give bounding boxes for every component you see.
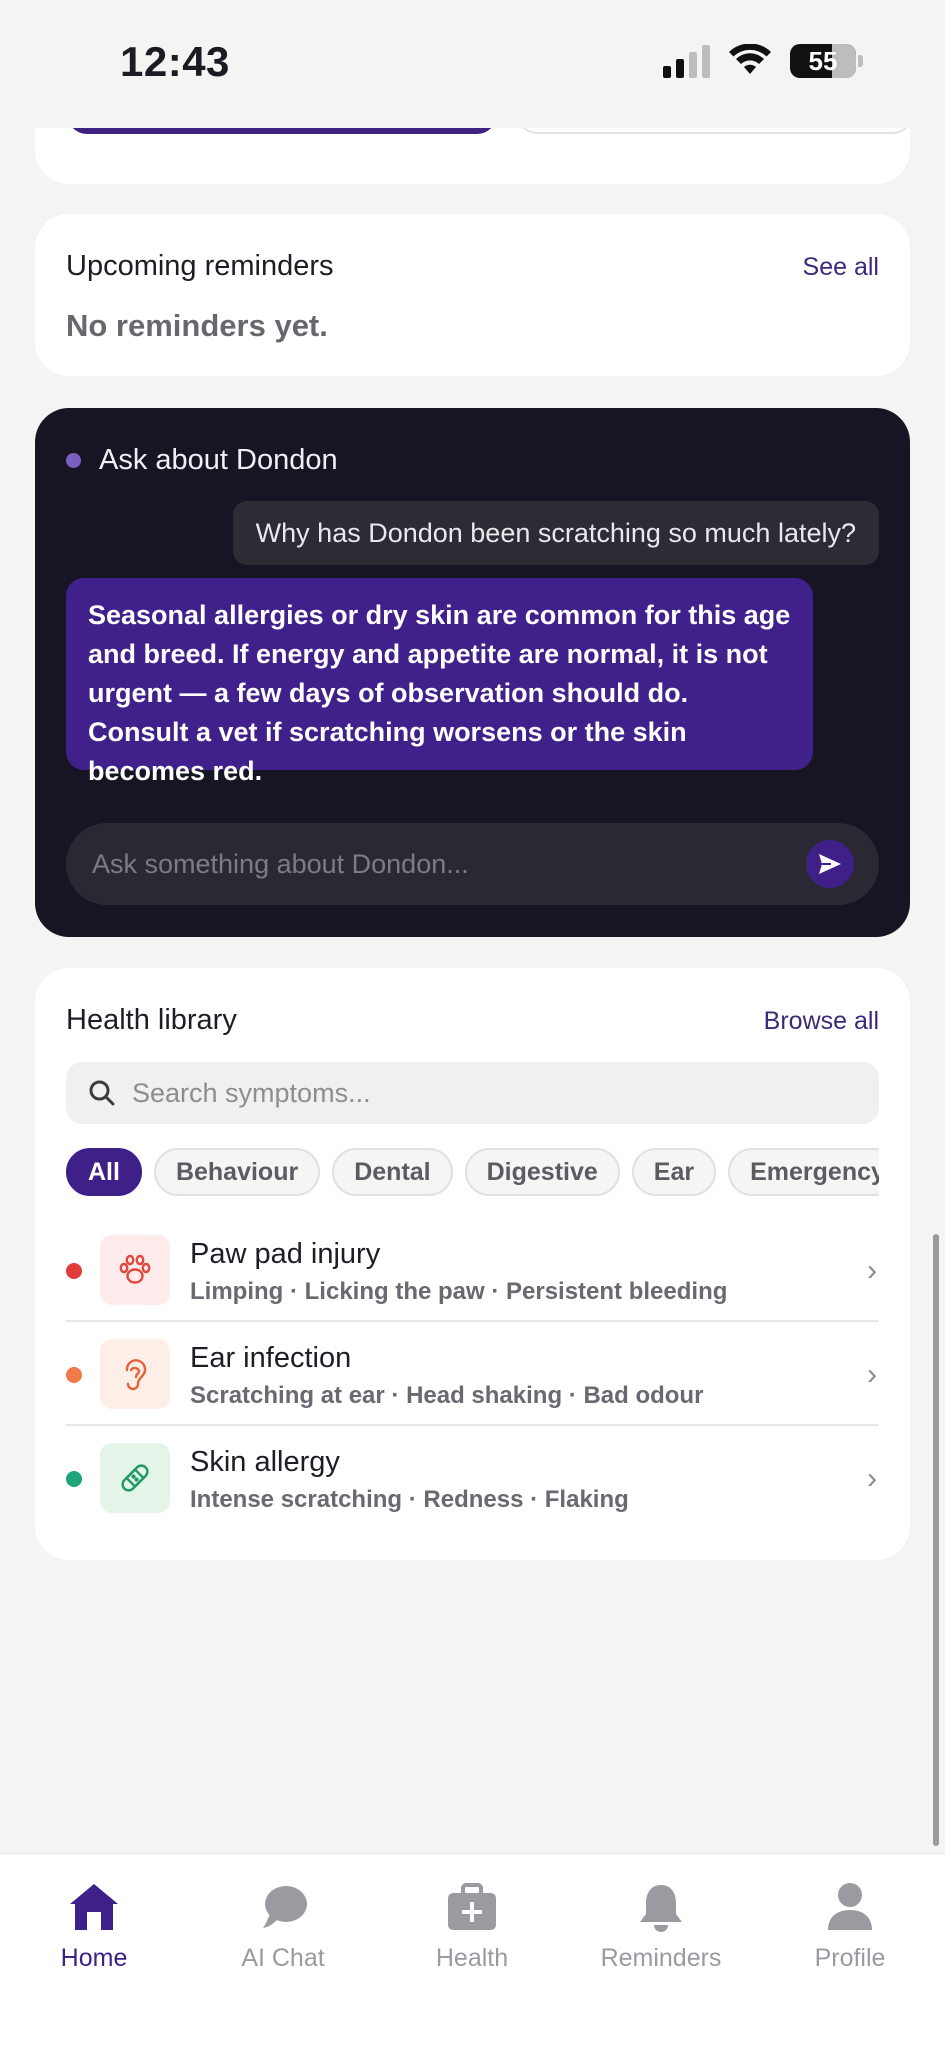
chip-dental[interactable]: Dental [332, 1148, 453, 1196]
home-icon [65, 1878, 123, 1936]
condition-name: Paw pad injury [190, 1238, 381, 1270]
chat-icon [254, 1878, 312, 1936]
list-item[interactable]: Ear infection Scratching at ear · Head s… [66, 1322, 879, 1426]
wifi-icon [729, 44, 771, 74]
cellular-signal-icon [663, 44, 710, 78]
condition-symptoms: Intense scratching · Redness · Flaking [190, 1486, 629, 1513]
nav-profile[interactable]: Profile [775, 1868, 925, 1978]
chip-all[interactable]: All [66, 1148, 142, 1196]
condition-symptoms: Scratching at ear · Head shaking · Bad o… [190, 1382, 704, 1409]
send-button[interactable] [806, 840, 854, 888]
chip-emergency[interactable]: Emergency [728, 1148, 879, 1196]
condition-name: Skin allergy [190, 1446, 340, 1478]
reminders-card: Upcoming reminders See all No reminders … [35, 214, 910, 376]
assistant-message: Seasonal allergies or dry skin are commo… [66, 578, 813, 786]
nav-health[interactable]: Health [397, 1868, 547, 1978]
bottom-nav: Home AI Chat Health Reminders Profile [0, 1853, 945, 2048]
symptom-search [66, 1062, 879, 1124]
chip-ear[interactable]: Ear [631, 1148, 717, 1196]
symptom-search-input[interactable] [132, 1077, 832, 1109]
list-item[interactable]: Skin allergy Intense scratching · Rednes… [66, 1426, 879, 1530]
ai-chat-input[interactable] [92, 823, 792, 905]
battery-level: 55 [808, 45, 838, 76]
chevron-right-icon: › [867, 1462, 877, 1495]
search-icon [89, 1080, 115, 1106]
chip-behaviour[interactable]: Behaviour [153, 1148, 321, 1196]
status-icons: 55 [663, 44, 863, 78]
status-dot [66, 453, 81, 468]
bandage-icon [100, 1443, 170, 1513]
severity-dot [66, 1367, 82, 1383]
person-icon [821, 1878, 879, 1936]
chip-digestive[interactable]: Digestive [464, 1148, 620, 1196]
nav-label: Profile [814, 1944, 886, 1972]
browse-all-link[interactable]: Browse all [764, 1007, 879, 1036]
nav-label: AI Chat [241, 1944, 325, 1972]
send-icon [819, 854, 841, 874]
see-all-link[interactable]: See all [803, 253, 879, 282]
ear-icon [100, 1339, 170, 1409]
ai-chat-input-container [66, 823, 879, 905]
user-message: Why has Dondon been scratching so much l… [232, 501, 879, 565]
bell-icon [632, 1878, 690, 1936]
nav-label: Home [60, 1944, 128, 1972]
condition-name: Ear infection [190, 1342, 352, 1374]
ai-chat-card: Ask about Dondon Why has Dondon been scr… [35, 408, 910, 937]
condition-symptoms: Limping · Licking the paw · Persistent b… [190, 1278, 728, 1305]
nav-reminders[interactable]: Reminders [586, 1868, 736, 1978]
severity-dot [66, 1471, 82, 1487]
paw-icon [100, 1235, 170, 1305]
ai-chat-header: Ask about Dondon [66, 444, 338, 477]
status-time: 12:43 [120, 38, 230, 85]
chevron-right-icon: › [867, 1358, 877, 1391]
nav-label: Reminders [600, 1944, 722, 1972]
battery-icon: 55 [790, 44, 863, 78]
scrollbar[interactable] [933, 1234, 939, 1846]
category-chips: All Behaviour Dental Digestive Ear Emerg… [66, 1148, 879, 1198]
chevron-right-icon: › [867, 1254, 877, 1287]
nav-ai-chat[interactable]: AI Chat [208, 1868, 358, 1978]
health-library-title: Health library [66, 1004, 237, 1036]
reminders-title: Upcoming reminders [66, 250, 334, 282]
nav-label: Health [435, 1944, 509, 1972]
nav-home[interactable]: Home [19, 1868, 169, 1978]
list-item[interactable]: Paw pad injury Limping · Licking the paw… [66, 1218, 879, 1322]
severity-dot [66, 1263, 82, 1279]
medical-kit-icon [443, 1878, 501, 1936]
health-library-card: Health library Browse all All Behaviour … [35, 968, 910, 1560]
ai-chat-title: Ask about Dondon [99, 444, 338, 476]
reminders-empty-state: No reminders yet. [66, 308, 328, 343]
status-bar: 12:43 55 [0, 0, 945, 128]
